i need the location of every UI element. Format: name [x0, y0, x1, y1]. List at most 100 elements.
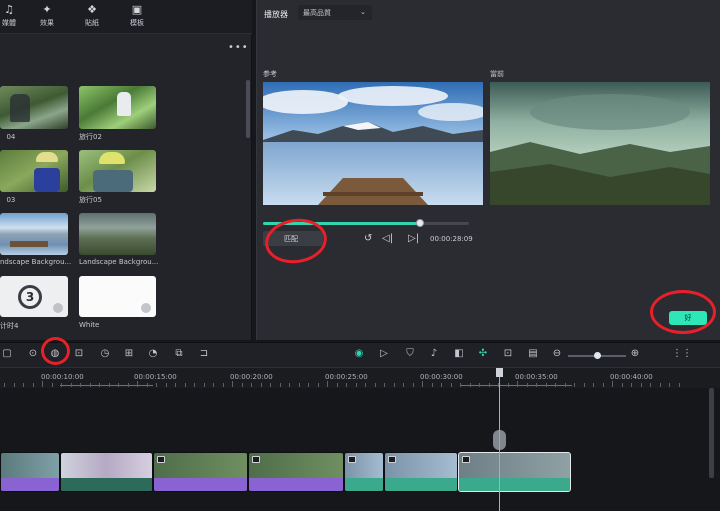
playhead-handle-top[interactable]	[496, 368, 503, 377]
ruler-tick	[32, 383, 34, 387]
video-clip-icon	[462, 456, 470, 463]
tab-media[interactable]: ♫ 媒體	[0, 4, 26, 28]
ruler-tick	[203, 383, 205, 387]
ruler-tick	[51, 383, 53, 387]
ruler-tick-label: 00:00:40:00	[610, 373, 653, 381]
ruler-tick	[232, 381, 233, 387]
timeline-clip[interactable]	[344, 452, 384, 492]
ruler-tick	[165, 383, 167, 387]
voiceover-icon[interactable]: ◧	[452, 348, 466, 359]
media-thumb-cyclists-forest[interactable]	[0, 86, 68, 129]
media-thumb-mountain-valley[interactable]	[79, 213, 156, 255]
ruler-tick-label: 00:00:30:00	[420, 373, 463, 381]
ruler-tick	[669, 383, 670, 387]
zoom-out-icon[interactable]: ⊖	[550, 348, 564, 359]
ruler-tick	[241, 383, 243, 387]
media-thumb-countdown[interactable]: 3	[0, 276, 68, 317]
media-item-label: 计时4	[0, 322, 19, 330]
media-thumb-cyclist-trail[interactable]	[79, 86, 156, 129]
tab-effects[interactable]: ✦ 效果	[30, 4, 64, 28]
ruler-tick	[393, 383, 395, 387]
ruler-tick	[194, 383, 195, 387]
ruler-tick	[583, 383, 585, 387]
ruler-tick	[441, 383, 442, 387]
media-thumb-cyclist-helmet[interactable]	[0, 150, 68, 192]
zoom-in-icon[interactable]: ⊕	[628, 348, 642, 359]
screen-icon[interactable]: ⊡	[72, 348, 86, 359]
media-item-label: ndscape Backgrou...	[0, 258, 72, 266]
player-title: 播放器	[264, 10, 288, 19]
media-item-label: ㅤ04	[0, 133, 16, 141]
play-icon[interactable]: ▷|	[408, 233, 419, 244]
grid-icon[interactable]: ⋮⋮	[672, 348, 692, 359]
timeline-clip[interactable]	[153, 452, 248, 492]
ruler-tick	[156, 383, 157, 387]
snap-icon[interactable]: ✣	[476, 348, 490, 359]
timeline-clip[interactable]	[0, 452, 60, 492]
ruler-tick	[621, 383, 623, 387]
media-item-label: 旅行02	[79, 133, 102, 141]
sticker-icon: ❖	[87, 3, 97, 16]
ruler-tick	[146, 383, 148, 387]
image-clip-icon	[252, 456, 260, 463]
ruler-tick	[89, 383, 91, 387]
timeline-clip[interactable]	[248, 452, 344, 492]
ruler-tick	[602, 383, 604, 387]
ruler-tick	[137, 381, 138, 387]
timeline-clip[interactable]	[384, 452, 458, 492]
shield-icon[interactable]: ⛉	[403, 348, 417, 359]
video-clip-icon	[348, 456, 356, 463]
media-thumb-lake-pier[interactable]	[0, 213, 68, 255]
step-back-icon[interactable]: ◁|	[382, 233, 393, 244]
playback-progress-knob[interactable]	[415, 219, 424, 227]
zoom-slider-knob[interactable]	[594, 352, 601, 359]
zoom-icon[interactable]: ⊙	[26, 348, 40, 359]
group-icon[interactable]: ⧉	[172, 348, 186, 359]
reference-label: 参考	[263, 70, 277, 78]
media-item-label: ㅤ03	[0, 196, 16, 204]
ruler-tick	[574, 383, 575, 387]
media-thumb-white[interactable]	[79, 276, 156, 317]
annotation-circle	[41, 337, 70, 365]
timeline-scrollbar[interactable]	[709, 388, 714, 478]
image-clip-icon	[157, 456, 165, 463]
render-icon[interactable]: ◉	[352, 348, 366, 359]
ruler-tick	[612, 381, 613, 387]
timeline-clip-selected[interactable]	[458, 452, 571, 492]
media-scrollbar[interactable]	[246, 80, 250, 138]
tab-stickers[interactable]: ❖ 貼紙	[75, 4, 109, 28]
play-circle-icon[interactable]: ▷	[377, 348, 391, 359]
ruler-tick	[403, 383, 404, 387]
ruler-tick	[631, 383, 632, 387]
timecode-display: 00:00:28:09	[430, 235, 473, 243]
tab-templates[interactable]: ▣ 模板	[120, 4, 154, 28]
ruler-tick	[412, 383, 414, 387]
frame-icon[interactable]: ▤	[526, 348, 540, 359]
quality-select[interactable]: 最高品質 ⌄	[298, 5, 372, 20]
more-options-button[interactable]: •••	[228, 42, 249, 53]
ruler-tick	[526, 383, 528, 387]
ruler-tick	[564, 383, 566, 387]
playhead-drag-handle[interactable]	[493, 430, 506, 450]
ruler-tick	[13, 383, 15, 387]
ruler-tick	[498, 383, 499, 387]
crop-icon[interactable]: ▢	[0, 348, 14, 359]
image-icon[interactable]: ⊡	[501, 348, 515, 359]
timeline-clip[interactable]	[60, 452, 153, 492]
media-thumb-cyclist-closeup[interactable]	[79, 150, 156, 192]
ruler-marker	[60, 385, 153, 386]
split-icon[interactable]: ⊐	[197, 348, 211, 359]
ruler-tick	[460, 383, 461, 387]
ruler-tick	[384, 383, 385, 387]
ruler-tick	[336, 383, 338, 387]
microphone-icon[interactable]: ♪	[427, 348, 441, 359]
fit-icon[interactable]: ⊞	[122, 348, 136, 359]
ruler-tick	[270, 383, 271, 387]
ruler-tick	[593, 383, 594, 387]
ruler-tick	[678, 383, 680, 387]
ruler-tick	[184, 383, 186, 387]
mask-icon[interactable]: ◔	[146, 348, 160, 359]
ruler-tick	[175, 383, 176, 387]
timer-icon[interactable]: ◷	[98, 348, 112, 359]
loop-icon[interactable]: ↺	[364, 233, 372, 244]
